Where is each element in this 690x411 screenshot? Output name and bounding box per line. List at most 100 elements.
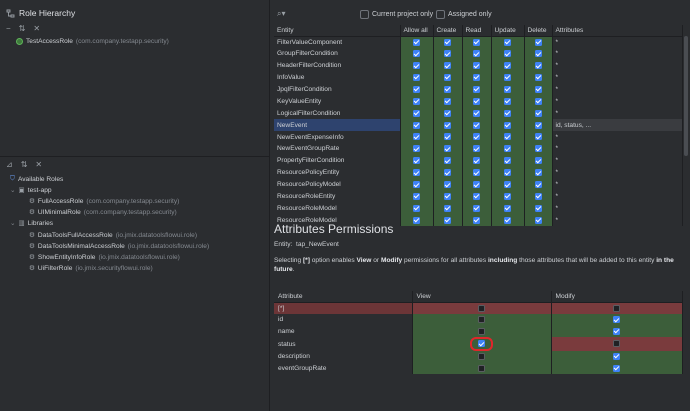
allow-all-checkbox[interactable] bbox=[413, 157, 420, 165]
delete-checkbox[interactable] bbox=[534, 38, 542, 46]
view-checkbox[interactable] bbox=[478, 316, 485, 324]
table-row[interactable]: ResourceRoleEntity * bbox=[274, 190, 683, 203]
delete-checkbox[interactable] bbox=[534, 73, 542, 81]
column-read[interactable]: Read bbox=[462, 25, 492, 37]
allow-all-checkbox[interactable] bbox=[413, 169, 420, 177]
delete-checkbox[interactable] bbox=[534, 157, 542, 165]
view-checkbox[interactable] bbox=[478, 352, 485, 360]
read-checkbox[interactable] bbox=[473, 157, 480, 165]
read-checkbox[interactable] bbox=[473, 38, 480, 46]
read-checkbox[interactable] bbox=[473, 192, 480, 200]
delete-checkbox[interactable] bbox=[534, 97, 542, 105]
column-view[interactable]: View bbox=[412, 291, 552, 303]
table-row[interactable]: ResourceRoleModel * bbox=[274, 202, 683, 215]
create-checkbox[interactable] bbox=[444, 85, 451, 93]
delete-checkbox[interactable] bbox=[534, 145, 542, 153]
update-checkbox[interactable] bbox=[504, 73, 511, 81]
update-checkbox[interactable] bbox=[504, 85, 511, 93]
close-icon[interactable]: ✕ bbox=[33, 24, 40, 33]
tree-item-test-access-role[interactable]: TestAccessRole (com.company.testapp.secu… bbox=[16, 38, 169, 45]
expand-all-icon[interactable]: ⇅ bbox=[21, 160, 28, 169]
create-checkbox[interactable] bbox=[444, 192, 451, 200]
update-checkbox[interactable] bbox=[504, 62, 511, 70]
read-checkbox[interactable] bbox=[473, 204, 480, 212]
read-checkbox[interactable] bbox=[473, 109, 480, 117]
column-modify[interactable]: Modify bbox=[551, 291, 683, 303]
update-checkbox[interactable] bbox=[504, 121, 511, 129]
table-row[interactable]: FilterValueComponent * bbox=[274, 36, 683, 48]
allow-all-checkbox[interactable] bbox=[413, 109, 420, 117]
table-row[interactable]: status bbox=[274, 337, 683, 351]
allow-all-checkbox[interactable] bbox=[413, 181, 420, 188]
table-row[interactable]: InfoValue * bbox=[274, 71, 683, 84]
delete-checkbox[interactable] bbox=[534, 62, 542, 70]
tree-item-full-access-role[interactable]: ⚙ FullAccessRole (com.company.testapp.se… bbox=[29, 197, 179, 206]
create-checkbox[interactable] bbox=[444, 145, 451, 153]
modify-checkbox[interactable] bbox=[613, 340, 620, 348]
update-checkbox[interactable] bbox=[504, 97, 511, 105]
update-checkbox[interactable] bbox=[504, 133, 511, 141]
filter-icon[interactable]: ⊿ bbox=[6, 160, 13, 169]
read-checkbox[interactable] bbox=[473, 97, 480, 105]
read-checkbox[interactable] bbox=[473, 216, 480, 224]
table-row[interactable]: LogicalFilterCondition * bbox=[274, 107, 683, 120]
table-row[interactable]: NewEventExpenseInfo * bbox=[274, 131, 683, 144]
tree-item-datatools-minimal-access-role[interactable]: ⚙ DataToolsMinimalAccessRole (io.jmix.da… bbox=[29, 242, 209, 251]
read-checkbox[interactable] bbox=[473, 169, 480, 177]
column-create[interactable]: Create bbox=[433, 25, 463, 37]
create-checkbox[interactable] bbox=[444, 133, 451, 141]
allow-all-checkbox[interactable] bbox=[413, 204, 420, 212]
tree-item-show-entity-info-role[interactable]: ⚙ ShowEntityInfoRole (io.jmix.datatoolsf… bbox=[29, 253, 180, 262]
create-checkbox[interactable] bbox=[444, 62, 451, 70]
view-checkbox[interactable] bbox=[478, 364, 485, 372]
table-row[interactable]: NewEventGroupRate * bbox=[274, 143, 683, 155]
collapse-all-icon[interactable]: − bbox=[6, 24, 11, 33]
read-checkbox[interactable] bbox=[473, 50, 480, 58]
column-attribute[interactable]: Attribute bbox=[274, 291, 413, 303]
view-checkbox[interactable] bbox=[478, 340, 485, 348]
read-checkbox[interactable] bbox=[473, 121, 480, 129]
create-checkbox[interactable] bbox=[444, 73, 451, 81]
allow-all-checkbox[interactable] bbox=[413, 38, 420, 46]
update-checkbox[interactable] bbox=[504, 216, 511, 224]
create-checkbox[interactable] bbox=[444, 181, 451, 188]
allow-all-checkbox[interactable] bbox=[413, 145, 420, 153]
modify-checkbox[interactable] bbox=[613, 316, 620, 324]
create-checkbox[interactable] bbox=[444, 50, 451, 58]
table-row[interactable]: description bbox=[274, 350, 683, 363]
allow-all-checkbox[interactable] bbox=[413, 121, 420, 129]
table-row[interactable]: KeyValueEntity * bbox=[274, 95, 683, 108]
modify-checkbox[interactable] bbox=[613, 352, 620, 360]
tree-item-ui-filter-role[interactable]: ⚙ UiFilterRole (io.jmix.securityflowui.r… bbox=[29, 264, 153, 273]
table-row[interactable]: id bbox=[274, 313, 683, 326]
tree-item-ui-minimal-role[interactable]: ⚙ UIMinimalRole (com.company.testapp.sec… bbox=[29, 208, 177, 217]
delete-checkbox[interactable] bbox=[534, 216, 542, 224]
allow-all-checkbox[interactable] bbox=[413, 97, 420, 105]
read-checkbox[interactable] bbox=[473, 133, 480, 141]
modify-checkbox[interactable] bbox=[613, 327, 620, 335]
update-checkbox[interactable] bbox=[504, 181, 511, 188]
read-checkbox[interactable] bbox=[473, 62, 480, 70]
read-checkbox[interactable] bbox=[473, 181, 480, 188]
vertical-scrollbar[interactable] bbox=[684, 36, 688, 156]
update-checkbox[interactable] bbox=[504, 157, 511, 165]
delete-checkbox[interactable] bbox=[534, 50, 542, 58]
table-row[interactable]: GroupFilterCondition * bbox=[274, 47, 683, 60]
update-checkbox[interactable] bbox=[504, 145, 511, 153]
table-row[interactable]: ResourcePolicyModel * bbox=[274, 178, 683, 191]
table-row[interactable]: JpqlFilterCondition * bbox=[274, 83, 683, 96]
expand-all-icon[interactable]: ⇅ bbox=[19, 24, 26, 33]
delete-checkbox[interactable] bbox=[534, 85, 542, 93]
delete-checkbox[interactable] bbox=[534, 109, 542, 117]
modify-checkbox[interactable] bbox=[613, 364, 620, 372]
column-entity[interactable]: Entity bbox=[274, 25, 401, 37]
current-project-only-checkbox[interactable] bbox=[360, 10, 369, 19]
delete-checkbox[interactable] bbox=[534, 181, 542, 188]
create-checkbox[interactable] bbox=[444, 216, 451, 224]
update-checkbox[interactable] bbox=[504, 50, 511, 58]
view-checkbox[interactable] bbox=[478, 304, 485, 312]
table-row[interactable]: name bbox=[274, 325, 683, 338]
delete-checkbox[interactable] bbox=[534, 133, 542, 141]
create-checkbox[interactable] bbox=[444, 204, 451, 212]
delete-checkbox[interactable] bbox=[534, 204, 542, 212]
